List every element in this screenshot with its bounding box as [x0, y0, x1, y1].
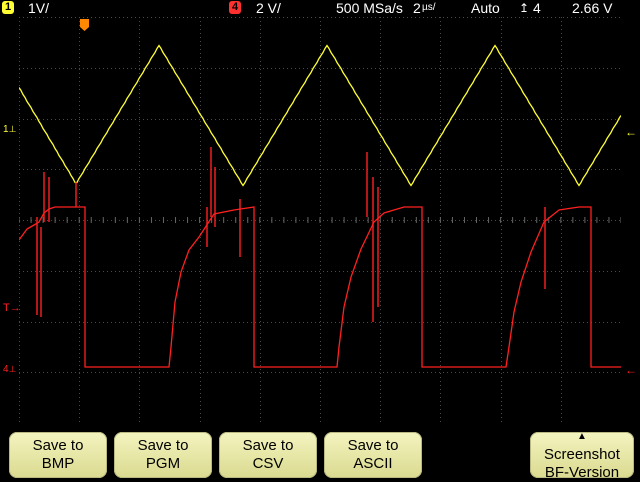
timebase-unit: µs/ [422, 2, 436, 13]
channel-1-right-arrow-icon: ← [625, 125, 637, 139]
center-ticks [19, 217, 621, 223]
softkey-line1: Save to [137, 437, 189, 454]
save-pgm-button[interactable]: Save to PGM [114, 432, 212, 478]
save-bmp-button[interactable]: Save to BMP [9, 432, 107, 478]
screenshot-bf-version-button[interactable]: ▲ Screenshot BF-Version [530, 431, 634, 481]
trigger-level: 2.66 V [572, 0, 613, 16]
waveform-display [19, 17, 621, 422]
softkey-line1: Save to [32, 437, 84, 454]
trigger-source: 4 [533, 0, 541, 16]
channel-1-scale: 1V/ [28, 0, 50, 16]
channel-4-trace [19, 206, 621, 368]
trigger-position-icon [80, 19, 89, 31]
channel-4-right-arrow-icon: ← [625, 363, 637, 377]
sample-rate: 500 MSa/s [336, 0, 403, 16]
softkey-line1: Save to [347, 437, 399, 454]
softkey-line1: Save to [242, 437, 294, 454]
timebase-value: 2 [413, 0, 421, 16]
softkey-line2: BMP [41, 455, 75, 472]
save-csv-button[interactable]: Save to CSV [219, 432, 317, 478]
channel-4-glitches [36, 147, 546, 322]
channel-4-scale: 2 V/ [256, 0, 281, 16]
softkey-bar: Save to BMP Save to PGM Save to CSV Save… [0, 424, 640, 481]
status-bar: 1 1V/ 4 2 V/ 500 MSa/s 2 µs/ Auto ↥ 4 2.… [0, 0, 640, 16]
channel-4-ground-marker[interactable]: 4⊥ [3, 364, 16, 375]
channel-1-trace [19, 44, 621, 187]
softkey-line1: ▲ Screenshot [530, 428, 634, 464]
trigger-level-marker[interactable]: T→ [3, 303, 21, 314]
channel-4-badge[interactable]: 4 [229, 1, 241, 14]
softkey-line2: CSV [252, 455, 284, 472]
channel-1-badge[interactable]: 1 [2, 1, 14, 14]
save-ascii-button[interactable]: Save to ASCII [324, 432, 422, 478]
softkey-line2: PGM [145, 455, 181, 472]
softkey-line2: ASCII [353, 455, 393, 472]
trigger-edge-icon: ↥ [519, 1, 530, 15]
softkey-line2: BF-Version [544, 464, 620, 481]
trigger-mode: Auto [471, 0, 500, 16]
channel-1-ground-marker[interactable]: 1⊥ [3, 124, 16, 135]
menu-up-icon: ▲ [577, 431, 587, 442]
